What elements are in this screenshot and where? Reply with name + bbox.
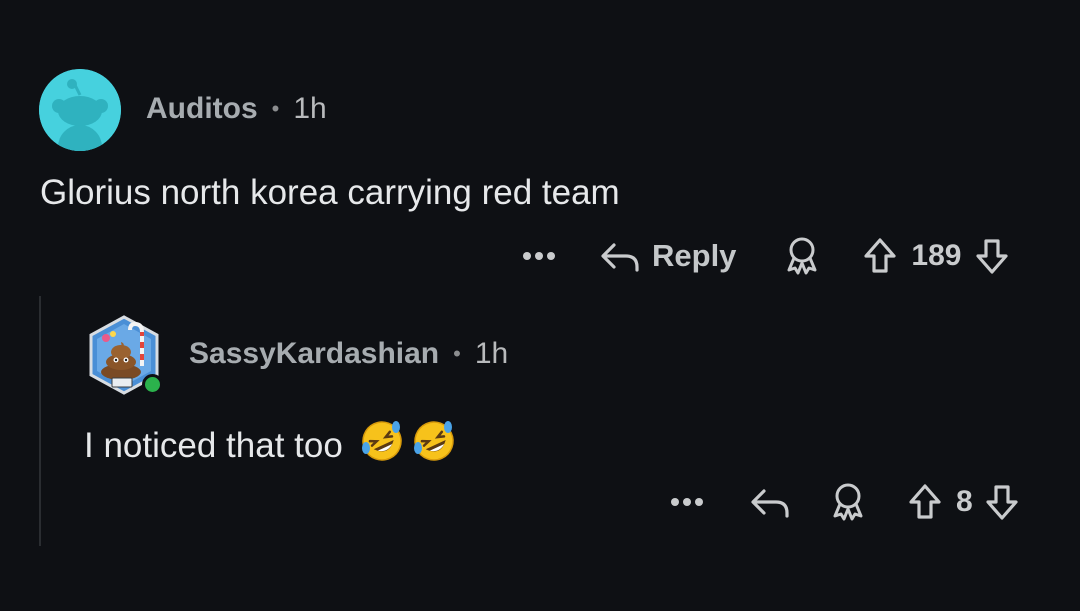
timestamp: 1h <box>293 92 327 125</box>
upvote-button[interactable] <box>908 483 942 521</box>
upvote-button[interactable] <box>863 237 897 275</box>
more-icon <box>671 498 703 506</box>
username[interactable]: SassyKardashian <box>189 337 439 371</box>
avatar[interactable] <box>39 69 121 151</box>
separator: • <box>453 341 461 366</box>
reply-button[interactable]: Reply <box>600 238 736 274</box>
reply-label: Reply <box>652 238 737 273</box>
comment-meta: SassyKardashian • 1h <box>189 337 508 371</box>
reply-icon <box>751 489 789 518</box>
downvote-button[interactable] <box>985 483 1019 521</box>
rolling-on-floor-laughing-emoji <box>359 418 405 473</box>
rolling-on-floor-laughing-emoji <box>411 418 457 473</box>
snoo-avatar-icon <box>39 69 121 151</box>
downvote-icon <box>986 485 1018 520</box>
avatar[interactable] <box>84 314 164 396</box>
more-button[interactable] <box>522 251 556 261</box>
reply-icon <box>601 243 639 272</box>
downvote-button[interactable] <box>975 237 1009 275</box>
username[interactable]: Auditos <box>146 92 258 126</box>
comment-actions: Reply 189 <box>522 236 1009 276</box>
vote-score: 189 <box>911 239 962 272</box>
online-indicator <box>142 374 163 395</box>
thread-line[interactable] <box>39 296 41 546</box>
more-icon <box>523 252 555 260</box>
award-icon <box>787 237 817 275</box>
separator: • <box>271 96 280 121</box>
comment-text: I noticed that too <box>84 418 457 473</box>
award-button[interactable] <box>830 482 866 522</box>
award-button[interactable] <box>784 236 820 276</box>
vote-score: 8 <box>956 485 973 518</box>
comment-text: Glorius north korea carrying red team <box>40 173 620 212</box>
timestamp: 1h <box>474 337 509 370</box>
more-button[interactable] <box>670 497 704 507</box>
comment-text-content: I noticed that too <box>84 425 343 465</box>
downvote-icon <box>976 239 1009 274</box>
upvote-icon <box>909 484 941 519</box>
comment-actions: 8 <box>670 482 1019 522</box>
award-icon <box>833 483 863 521</box>
upvote-icon <box>864 238 897 273</box>
comment-meta: Auditos • 1h <box>146 92 327 126</box>
reply-button[interactable] <box>750 485 790 519</box>
